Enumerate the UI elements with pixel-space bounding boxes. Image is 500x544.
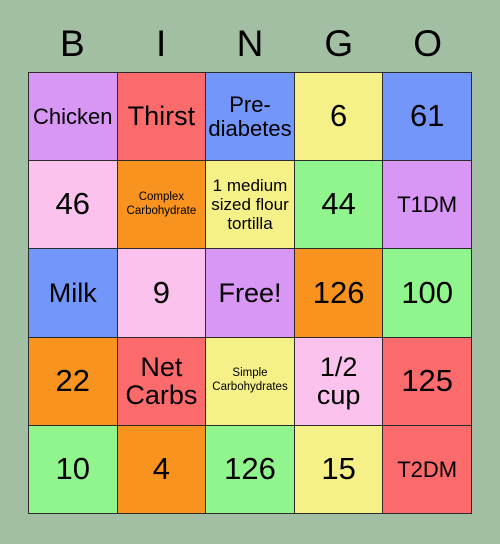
bingo-cell[interactable]: T1DM: [383, 161, 471, 249]
bingo-cell-label: 22: [55, 362, 91, 398]
bingo-header-letter-g: G: [324, 23, 354, 64]
bingo-cell-label: Free!: [218, 277, 282, 308]
bingo-cell[interactable]: 100: [383, 249, 471, 337]
bingo-cell[interactable]: Complex Carbohydrate: [117, 161, 206, 249]
bingo-cell[interactable]: Milk: [29, 249, 117, 337]
bingo-cell-label: 6: [329, 98, 348, 134]
bingo-cell-label: 1/2 cup: [316, 351, 361, 411]
bingo-cell[interactable]: 126: [294, 249, 383, 337]
bingo-cell[interactable]: Chicken: [29, 73, 117, 161]
bingo-cell-label: 1 medium sized flour tortilla: [211, 176, 289, 234]
bingo-cell-label: Simple Carbohydrates: [212, 367, 288, 394]
bingo-cell[interactable]: 22: [29, 337, 117, 425]
bingo-cell[interactable]: 61: [383, 73, 471, 161]
bingo-cell[interactable]: 4: [117, 425, 206, 513]
bingo-cell[interactable]: 44: [294, 161, 383, 249]
bingo-cell-label: 126: [312, 274, 365, 310]
bingo-cell-label: Complex Carbohydrate: [126, 190, 197, 217]
bingo-cell[interactable]: 126: [206, 425, 294, 513]
bingo-cell-label: Milk: [48, 277, 97, 308]
bingo-cell-label: 15: [321, 450, 356, 486]
bingo-cell-label: T1DM: [397, 192, 458, 218]
bingo-cell-label: 61: [409, 98, 445, 134]
bingo-card: B I N G O Chicken Thirst Pre- diabetes 6 61 46 Com…: [0, 0, 500, 544]
bingo-cell[interactable]: 10: [29, 425, 117, 513]
bingo-cell-label: 46: [55, 186, 91, 222]
bingo-header-letter-o: O: [413, 23, 442, 64]
bingo-cell[interactable]: Pre- diabetes: [206, 73, 294, 161]
bingo-cell-label: 10: [55, 450, 91, 486]
bingo-cell-label: 44: [321, 186, 356, 222]
bingo-cell[interactable]: 9: [117, 249, 206, 337]
bingo-cell-label: T2DM: [397, 456, 458, 482]
bingo-cell-label: 4: [152, 450, 171, 486]
bingo-cell[interactable]: 125: [383, 337, 471, 425]
bingo-cell-label: 9: [152, 274, 171, 310]
bingo-cell[interactable]: 46: [29, 161, 117, 249]
bingo-cell-label: Chicken: [33, 103, 113, 129]
bingo-cell-label: Net Carbs: [125, 351, 198, 411]
bingo-cell[interactable]: 6: [294, 73, 383, 161]
bingo-header-letter-i: I: [156, 23, 167, 64]
bingo-header-letter-n: N: [236, 23, 264, 64]
bingo-cell[interactable]: 15: [294, 425, 383, 513]
bingo-cell[interactable]: Thirst: [117, 73, 206, 161]
bingo-cell[interactable]: 1/2 cup: [294, 337, 383, 425]
bingo-cell-label: 100: [401, 274, 454, 310]
bingo-cell-label: Thirst: [127, 101, 196, 132]
bingo-cell[interactable]: T2DM: [383, 425, 471, 513]
bingo-header-letter-b: B: [60, 23, 85, 64]
bingo-free-space-cell[interactable]: Free!: [206, 249, 294, 337]
bingo-cell[interactable]: Simple Carbohydrates: [206, 337, 294, 425]
bingo-cell[interactable]: Net Carbs: [117, 337, 206, 425]
bingo-cell[interactable]: 1 medium sized flour tortilla: [206, 161, 294, 249]
bingo-header-row: BINGO: [28, 18, 472, 70]
bingo-cell-label: 126: [224, 450, 276, 486]
bingo-grid: Chicken Thirst Pre- diabetes 6 61 46 Complex C…: [28, 72, 472, 514]
bingo-cell-label: 125: [401, 362, 454, 398]
bingo-cell-label: Pre- diabetes: [208, 92, 292, 141]
